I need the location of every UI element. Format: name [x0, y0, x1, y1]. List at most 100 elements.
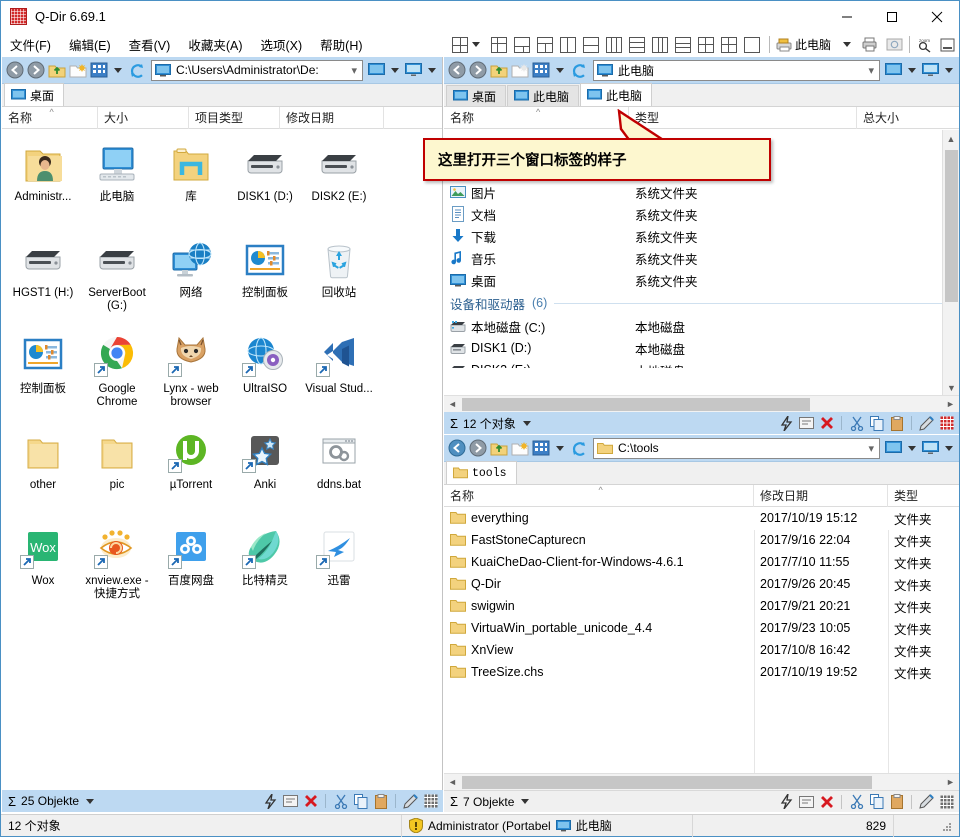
layout-4pane-button[interactable]: [449, 34, 471, 56]
view-mode-chevron-icon[interactable]: [556, 445, 564, 451]
refresh-icon[interactable]: [127, 60, 148, 81]
list-item[interactable]: 图片 系统文件夹: [444, 181, 959, 203]
desktop-item-lynx[interactable]: Lynx - web browser: [154, 329, 228, 425]
scroll-down-icon[interactable]: ▼: [943, 379, 960, 396]
refresh-icon[interactable]: [569, 438, 590, 459]
tab-this-pc-1[interactable]: 此电脑: [507, 85, 580, 106]
layout-3pane-top-button[interactable]: [672, 34, 694, 56]
pane-target-chevron-icon[interactable]: [945, 67, 953, 73]
delete-icon[interactable]: [818, 415, 835, 432]
chevron-down-icon[interactable]: [521, 799, 530, 804]
edit-icon[interactable]: [402, 793, 419, 810]
printer-icon[interactable]: [861, 37, 879, 52]
pane-view-chevron-icon[interactable]: [908, 67, 916, 73]
flash-icon[interactable]: [262, 793, 279, 810]
table-row[interactable]: everything 2017/10/19 15:12 文件夹: [444, 507, 959, 529]
scroll-up-icon[interactable]: ▲: [943, 130, 959, 147]
chevron-down-icon[interactable]: [522, 420, 531, 426]
chevron-down-icon[interactable]: [472, 42, 480, 47]
desktop-item-wox[interactable]: Wox Wox: [6, 521, 80, 617]
scroll-right-icon[interactable]: ►: [942, 777, 959, 787]
chevron-down-icon[interactable]: [86, 798, 95, 804]
menu-options[interactable]: 选项(X): [251, 32, 311, 57]
new-folder-icon[interactable]: [67, 60, 88, 81]
pane-target-chevron-icon[interactable]: [428, 67, 436, 73]
view-mode-icon[interactable]: [88, 60, 109, 81]
scroll-left-icon[interactable]: ◄: [444, 777, 461, 787]
up-folder-icon[interactable]: [46, 60, 67, 81]
address-chevron-icon[interactable]: ▾: [349, 64, 359, 77]
layout-4mixed-button[interactable]: [718, 34, 740, 56]
up-folder-icon[interactable]: [488, 438, 509, 459]
list-item[interactable]: DISK1 (D:) 本地磁盘: [444, 337, 959, 359]
resize-grip[interactable]: [894, 815, 959, 837]
delete-icon[interactable]: [818, 793, 835, 810]
table-row[interactable]: TreeSize.chs 2017/10/19 19:52 文件夹: [444, 661, 959, 683]
cut-icon[interactable]: [332, 793, 349, 810]
layout-single-button[interactable]: [741, 34, 763, 56]
copy-icon[interactable]: [352, 793, 369, 810]
table-row[interactable]: Q-Dir 2017/9/26 20:45 文件夹: [444, 573, 959, 595]
desktop-item-visual-studio[interactable]: Visual Stud...: [302, 329, 376, 425]
desktop-item-other[interactable]: other: [6, 425, 80, 521]
desktop-item-thunder[interactable]: 迅雷: [302, 521, 376, 617]
desktop-item-control-panel[interactable]: 控制面板: [228, 233, 302, 329]
tab-desktop[interactable]: 桌面: [446, 85, 507, 106]
column-total-size[interactable]: 总大小: [857, 107, 942, 129]
scrollbar-thumb[interactable]: [945, 150, 958, 302]
layout-3pane-left-button[interactable]: [649, 34, 671, 56]
pane-view-icon[interactable]: [366, 60, 387, 81]
menu-edit[interactable]: 编辑(E): [60, 32, 120, 57]
grid-icon[interactable]: [422, 793, 439, 810]
grid-icon[interactable]: [938, 415, 955, 432]
column-name[interactable]: 名称 ^: [444, 484, 754, 507]
group-header-devices[interactable]: 设备和驱动器 (6): [444, 291, 959, 315]
layout-4quad-button[interactable]: [695, 34, 717, 56]
tools-horizontal-scrollbar[interactable]: ◄ ►: [444, 773, 959, 790]
column-modified-date[interactable]: 修改日期: [754, 484, 888, 507]
pane-view-chevron-icon[interactable]: [391, 67, 399, 73]
scrollbar-thumb[interactable]: [462, 776, 872, 789]
paste-icon[interactable]: [888, 415, 905, 432]
preview-icon[interactable]: [886, 37, 903, 52]
paste-icon[interactable]: [888, 793, 905, 810]
pane-target-icon[interactable]: [403, 60, 424, 81]
scroll-right-icon[interactable]: ►: [942, 399, 959, 409]
up-folder-icon[interactable]: [488, 60, 509, 81]
desktop-item-ultraiso[interactable]: UltraISO: [228, 329, 302, 425]
desktop-item-baidu-netdisk[interactable]: 百度网盘: [154, 521, 228, 617]
list-item[interactable]: 桌面 系统文件夹: [444, 269, 959, 291]
desktop-item-recycle-bin[interactable]: 回收站: [302, 233, 376, 329]
column-modified-date[interactable]: 修改日期: [280, 106, 384, 129]
forward-icon[interactable]: [25, 60, 46, 81]
layout-3col-button[interactable]: [603, 34, 625, 56]
view-mode-icon[interactable]: [530, 438, 551, 459]
column-item-type[interactable]: 项目类型: [189, 106, 280, 129]
menu-view[interactable]: 查看(V): [120, 32, 180, 57]
copy-icon[interactable]: [868, 415, 885, 432]
column-extra[interactable]: [384, 107, 439, 129]
tools-address-bar[interactable]: C:\tools ▾: [593, 437, 880, 459]
desktop-item-pic[interactable]: pic: [80, 425, 154, 521]
refresh-icon[interactable]: [569, 60, 590, 81]
layout-2pane-vert-button[interactable]: [557, 34, 579, 56]
flash-icon[interactable]: [778, 793, 795, 810]
menu-favorites[interactable]: 收藏夹(A): [179, 32, 251, 57]
desktop-item-this-pc[interactable]: 此电脑: [80, 137, 154, 233]
address-chevron-icon[interactable]: ▾: [866, 64, 876, 77]
list-item[interactable]: 下载 系统文件夹: [444, 225, 959, 247]
desktop-item-anki[interactable]: Anki: [228, 425, 302, 521]
tab-this-pc-2[interactable]: 此电脑: [580, 83, 653, 106]
forward-icon[interactable]: [467, 438, 488, 459]
layout-2pane-top-button[interactable]: [534, 34, 556, 56]
new-folder-icon[interactable]: [509, 438, 530, 459]
layout-3row-button[interactable]: [626, 34, 648, 56]
pane-target-chevron-icon[interactable]: [945, 445, 953, 451]
cut-icon[interactable]: [848, 415, 865, 432]
column-type[interactable]: 类型: [888, 485, 959, 507]
desktop-address-bar[interactable]: C:\Users\Administrator\De: ▾: [151, 59, 363, 81]
list-item[interactable]: DISK2 (E:) 本地磁盘: [444, 359, 959, 368]
tab-desktop[interactable]: 桌面: [4, 83, 65, 106]
pane-view-icon[interactable]: [883, 438, 904, 459]
list-item[interactable]: 文档 系统文件夹: [444, 203, 959, 225]
